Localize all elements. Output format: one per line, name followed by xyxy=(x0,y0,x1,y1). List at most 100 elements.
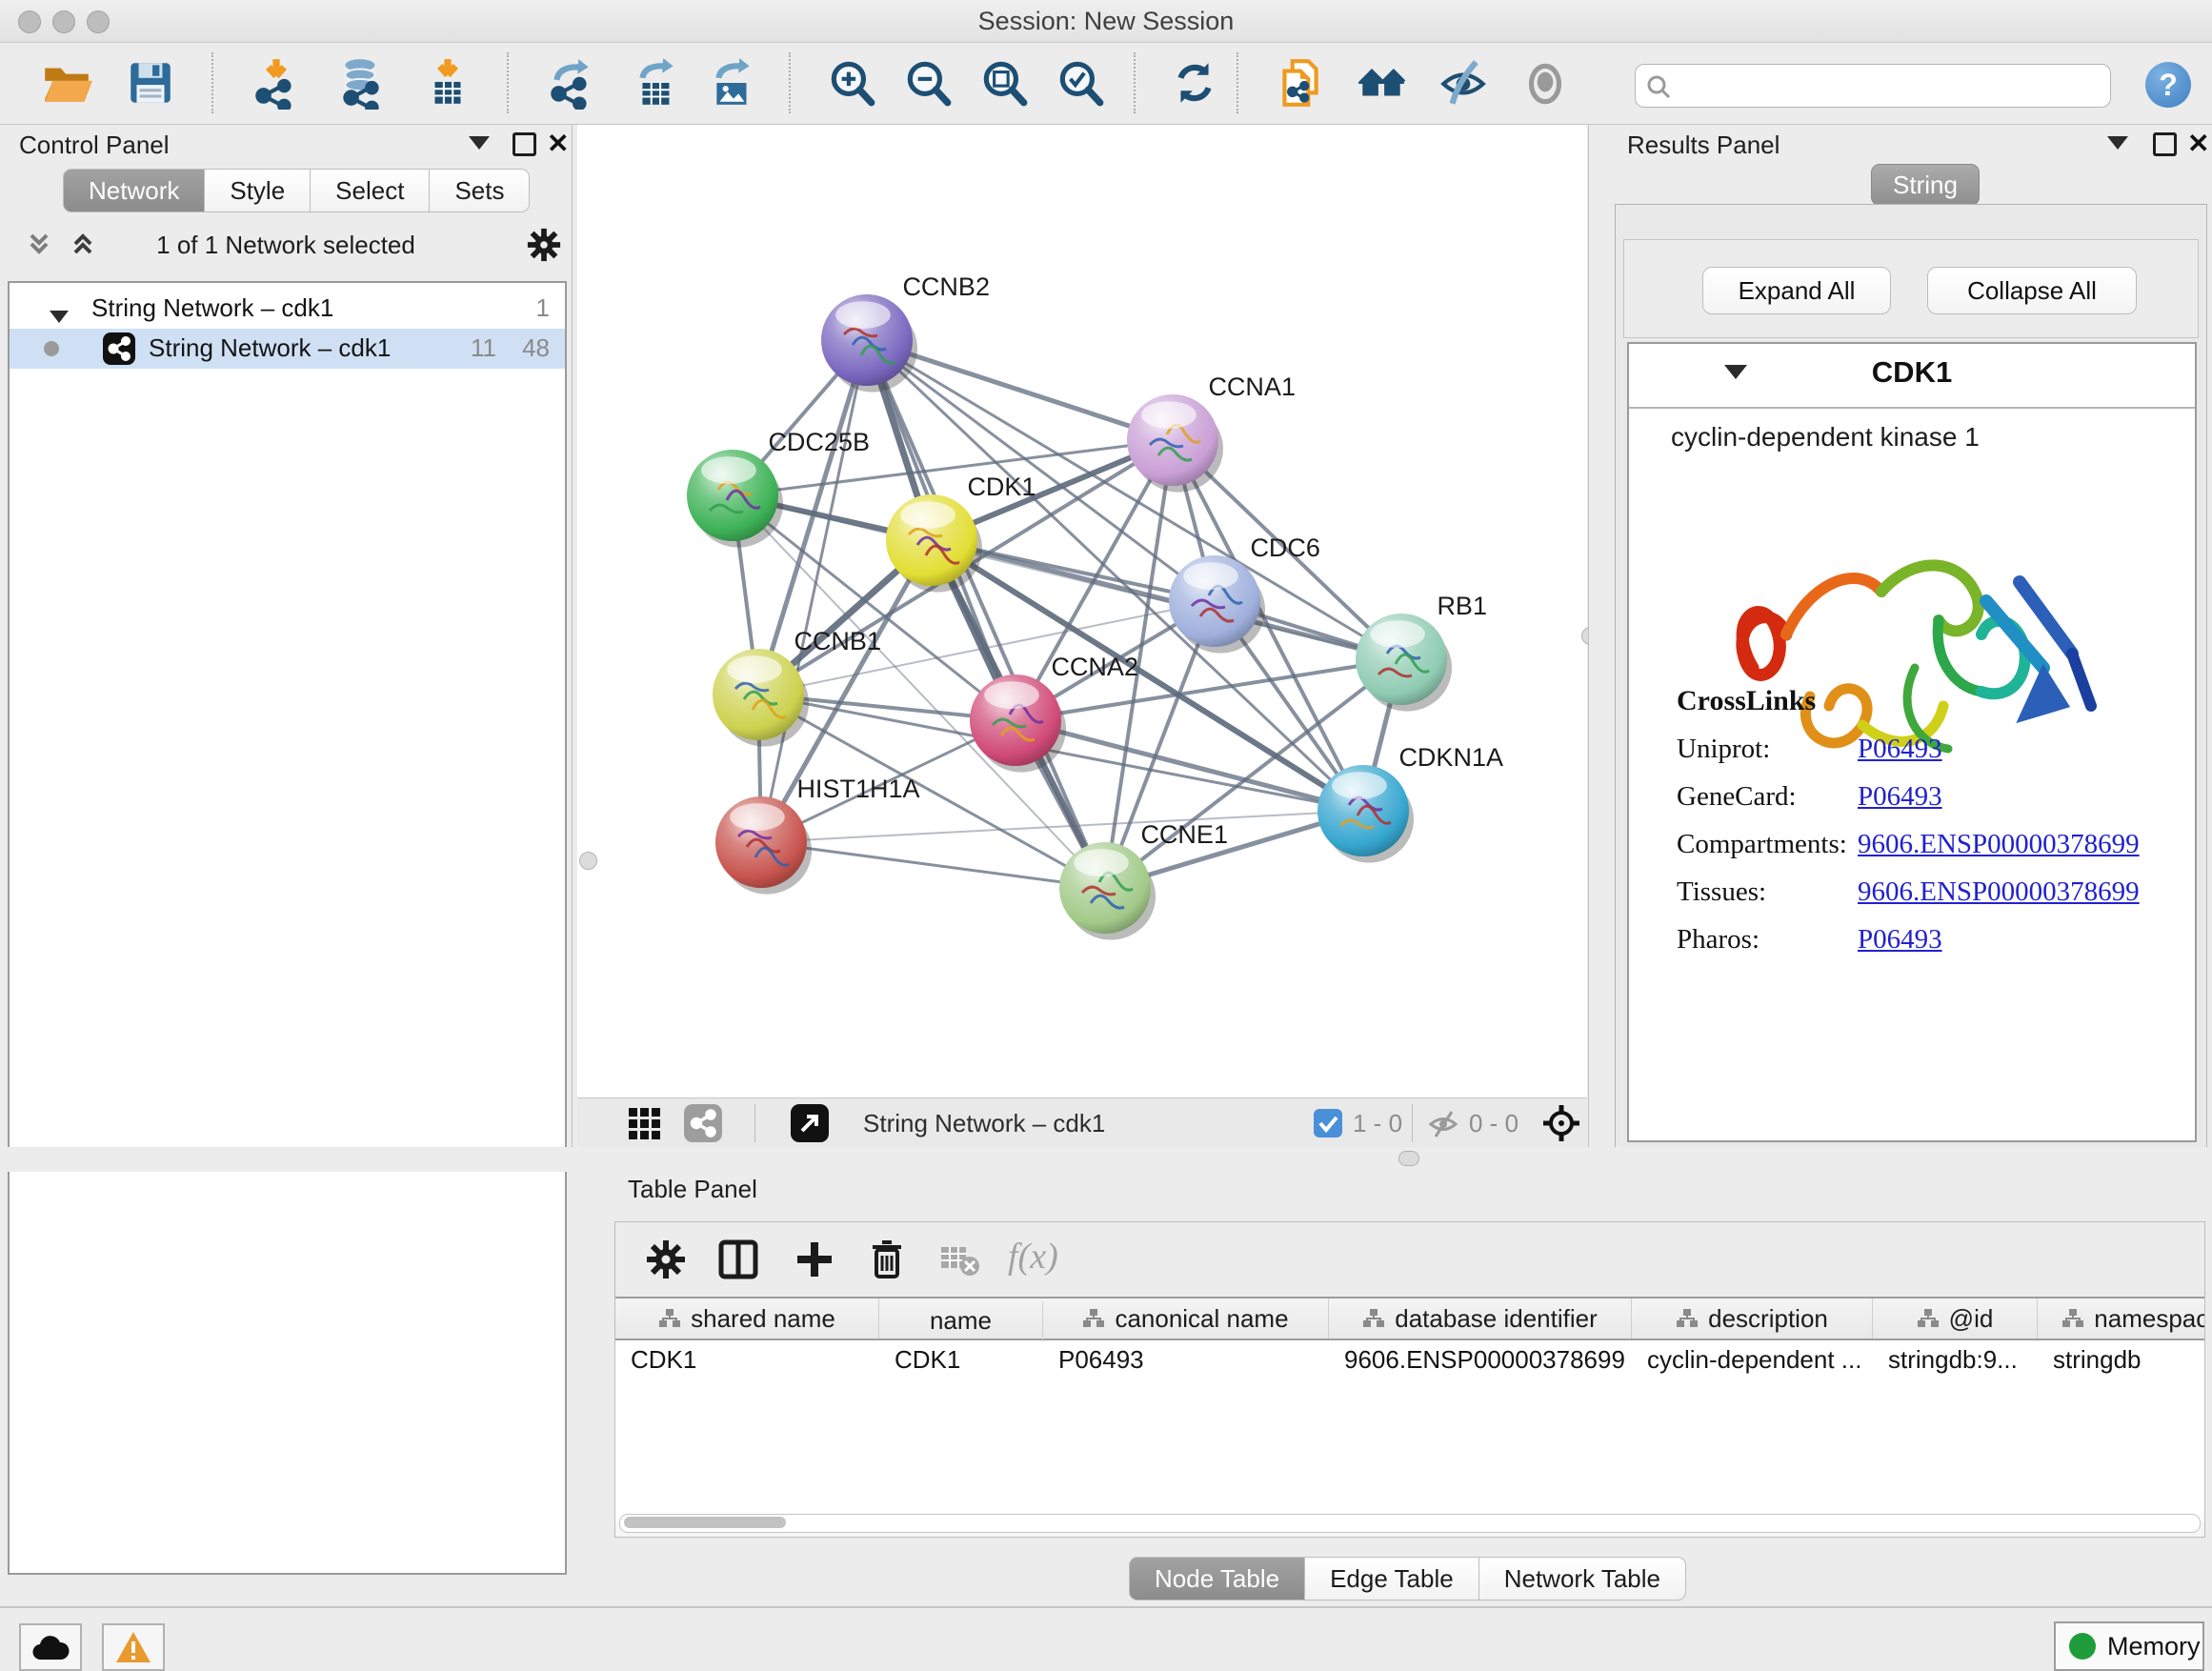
tab-network[interactable]: Network xyxy=(63,169,205,212)
birds-eye-view-icon[interactable] xyxy=(1541,1103,1581,1143)
tab-network-table[interactable]: Network Table xyxy=(1479,1557,1686,1601)
crosslink-link[interactable]: 9606.ENSP00000378699 xyxy=(1858,829,2140,859)
horizontal-splitter[interactable] xyxy=(0,1147,2212,1172)
table-panel: Table Panel f(x) xyxy=(572,1172,2212,1606)
tab-style[interactable]: Style xyxy=(205,169,311,212)
node-label-HIST1H1A: HIST1H1A xyxy=(796,775,919,803)
show-all-networks-button[interactable] xyxy=(1355,56,1408,110)
network-options-gear-icon[interactable] xyxy=(526,227,562,263)
crosslinks-title: CrossLinks xyxy=(1677,685,2140,717)
crosslink-link[interactable]: P06493 xyxy=(1858,734,1942,764)
crosslinks-block: CrossLinks Uniprot:P06493GeneCard:P06493… xyxy=(1677,685,2140,956)
selected-checkbox-icon[interactable] xyxy=(1313,1108,1343,1138)
add-column-icon[interactable] xyxy=(793,1238,836,1281)
node-RB1[interactable]: RB1 xyxy=(1356,592,1487,712)
help-button[interactable]: ? xyxy=(2145,62,2191,108)
apply-layout-button[interactable] xyxy=(1168,56,1221,110)
node-CDC25B[interactable]: CDC25B xyxy=(687,428,870,548)
cloud-status-button[interactable] xyxy=(19,1623,82,1671)
crosslink-link[interactable]: P06493 xyxy=(1858,781,1942,812)
string-results-tab[interactable]: String xyxy=(1871,164,1980,206)
import-table-from-file-button[interactable] xyxy=(421,56,474,110)
zoom-selected-button[interactable] xyxy=(1054,56,1107,110)
column-header-namespace[interactable]: namespace xyxy=(2038,1299,2204,1339)
string-view-icon[interactable] xyxy=(684,1104,722,1142)
save-session-button[interactable] xyxy=(124,56,177,110)
tab-node-table[interactable]: Node Table xyxy=(1129,1557,1305,1601)
column-header-name[interactable]: name xyxy=(879,1301,1043,1341)
table-panel-title: Table Panel xyxy=(628,1175,757,1204)
horizontal-splitter-handle[interactable] xyxy=(1398,1151,1419,1166)
toolbar-separator xyxy=(211,52,213,113)
zoom-fit-button[interactable] xyxy=(977,56,1031,110)
memory-button[interactable]: Memory xyxy=(2054,1621,2204,1671)
tab-edge-table[interactable]: Edge Table xyxy=(1305,1557,1479,1601)
open-session-button[interactable] xyxy=(40,56,93,110)
column-header--id[interactable]: @id xyxy=(1873,1299,2038,1339)
tab-select[interactable]: Select xyxy=(311,169,430,212)
edge-HIST1H1A-CCNE1[interactable] xyxy=(761,842,1105,888)
open-in-browser-icon[interactable] xyxy=(791,1104,829,1142)
node-label-CCNB1: CCNB1 xyxy=(794,627,881,655)
delete-table-icon[interactable] xyxy=(937,1238,981,1281)
export-table-button[interactable] xyxy=(631,56,684,110)
network-collection-row[interactable]: String Network – cdk1 1 xyxy=(10,289,565,329)
left-splitter-handle[interactable] xyxy=(579,852,597,870)
warnings-button[interactable] xyxy=(102,1623,165,1671)
show-hidden-button[interactable] xyxy=(1518,56,1572,110)
grid-view-icon[interactable] xyxy=(627,1106,661,1140)
delete-column-icon[interactable] xyxy=(865,1238,909,1281)
node-CCNB1[interactable]: CCNB1 xyxy=(713,627,881,747)
close-panel-icon[interactable]: ✕ xyxy=(547,132,569,155)
show-columns-icon[interactable] xyxy=(716,1238,760,1281)
network-row[interactable]: String Network – cdk1 11 48 xyxy=(10,329,565,369)
zoom-in-button[interactable] xyxy=(825,56,878,110)
export-image-button[interactable] xyxy=(707,56,760,110)
table-options-gear-icon[interactable] xyxy=(644,1238,688,1281)
search-input[interactable] xyxy=(1679,69,2102,103)
scrollbar-thumb[interactable] xyxy=(624,1517,786,1528)
table-panel-tabs: Node TableEdge TableNetwork Table xyxy=(1129,1557,1686,1601)
node-CDKN1A[interactable]: CDKN1A xyxy=(1317,743,1503,863)
export-network-button[interactable] xyxy=(545,56,598,110)
column-header-canonical-name[interactable]: canonical name xyxy=(1043,1299,1329,1339)
protein-header[interactable]: CDK1 xyxy=(1629,344,2195,409)
float-panel-icon[interactable] xyxy=(2153,132,2177,161)
tab-sets[interactable]: Sets xyxy=(430,169,530,212)
clone-network-button[interactable] xyxy=(1273,56,1326,110)
zoom-out-button[interactable] xyxy=(901,56,955,110)
table-horizontal-scrollbar[interactable] xyxy=(619,1514,2201,1533)
crosslink-row: Pharos:P06493 xyxy=(1677,924,2140,956)
crosslink-link[interactable]: 9606.ENSP00000378699 xyxy=(1858,876,2140,907)
node-label-CCNA2: CCNA2 xyxy=(1051,653,1138,681)
function-builder-icon[interactable]: f(x) xyxy=(1008,1236,1058,1278)
hide-selected-button[interactable] xyxy=(1437,56,1490,110)
network-edge-count: 48 xyxy=(522,333,550,363)
table-cell: CDK1 xyxy=(879,1340,1043,1379)
results-panel: Results Panel ✕ String Expand All Collap… xyxy=(1588,125,2212,1147)
control-panel-tabs: NetworkStyleSelectSets xyxy=(63,169,530,212)
node-CCNA1[interactable]: CCNA1 xyxy=(1127,372,1296,493)
titlebar: Session: New Session xyxy=(0,0,2212,43)
edge-CCNB2-CCNE1[interactable] xyxy=(867,340,1105,888)
import-network-from-file-button[interactable] xyxy=(250,56,303,110)
network-canvas[interactable]: CCNB2CCNA1CDC25BCDK1CDC6RB1CCNB1CCNA2CDK… xyxy=(577,125,1587,1097)
import-network-from-database-button[interactable] xyxy=(335,56,389,110)
expand-all-button[interactable]: Expand All xyxy=(1702,267,1891,314)
node-CDK1[interactable]: CDK1 xyxy=(886,473,1036,593)
close-panel-icon[interactable]: ✕ xyxy=(2187,132,2209,155)
crosslink-link[interactable]: P06493 xyxy=(1858,924,1942,955)
column-header-shared-name[interactable]: shared name xyxy=(615,1299,879,1339)
hidden-eye-icon[interactable] xyxy=(1427,1108,1459,1140)
expand-collection-icon[interactable] xyxy=(50,300,69,330)
node-HIST1H1A[interactable]: HIST1H1A xyxy=(715,775,919,895)
float-panel-icon[interactable] xyxy=(513,132,536,161)
edge-CDK1-RB1[interactable] xyxy=(932,540,1401,659)
table-row[interactable]: CDK1CDK1P064939606.ENSP00000378699cyclin… xyxy=(615,1340,2204,1379)
panel-menu-icon[interactable] xyxy=(469,136,490,154)
column-header-description[interactable]: description xyxy=(1632,1299,1873,1339)
collapse-all-button[interactable]: Collapse All xyxy=(1927,267,2137,314)
column-header-database-identifier[interactable]: database identifier xyxy=(1329,1299,1632,1339)
panel-menu-icon[interactable] xyxy=(2107,136,2128,154)
zoom-selected-icon xyxy=(1054,56,1107,110)
